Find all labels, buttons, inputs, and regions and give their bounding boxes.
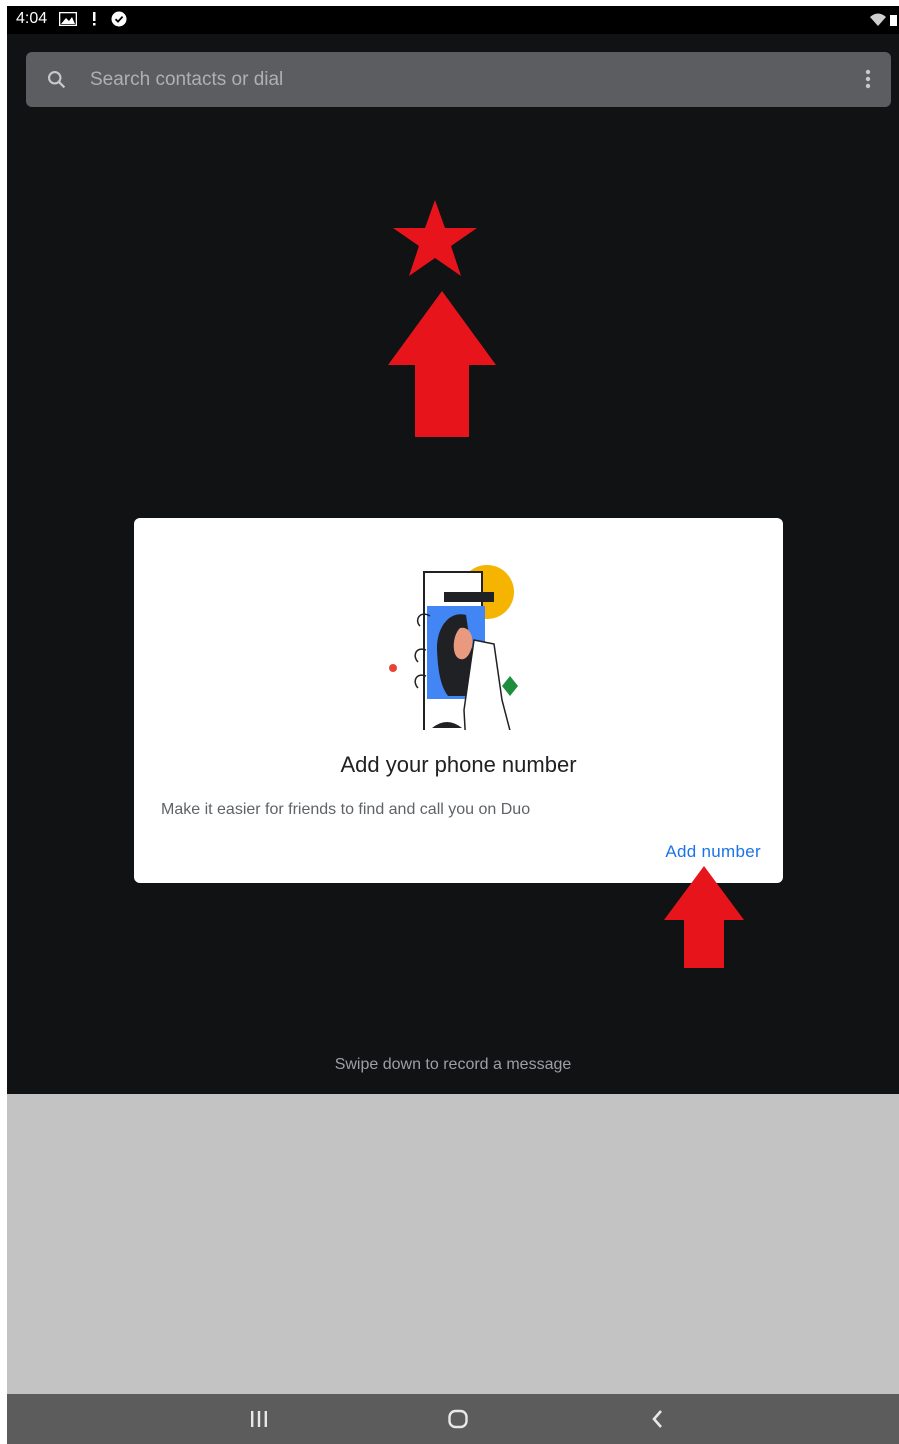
add-number-button[interactable]: Add number (665, 842, 761, 862)
search-bar[interactable] (26, 52, 891, 107)
swipe-hint: Swipe down to record a message (334, 1056, 572, 1073)
gallery-icon (58, 11, 78, 31)
recents-icon[interactable] (247, 1408, 271, 1435)
alert-icon (91, 12, 97, 31)
duo-home-screen: 4:04 Search contacts or dial Add your ph… (7, 6, 899, 1444)
wifi-icon (870, 13, 886, 31)
back-icon[interactable] (648, 1408, 668, 1435)
status-time: 4:04 (16, 10, 48, 27)
star-marker (393, 200, 477, 276)
status-bar: 4:04 (7, 6, 899, 34)
home-icon[interactable] (447, 1408, 469, 1435)
add-phone-number-card: Add your phone number Make it easier for… (134, 518, 783, 883)
card-description: Make it easier for friends to find and c… (161, 801, 531, 818)
search-icon (46, 69, 67, 95)
navigation-bar (7, 1394, 899, 1444)
arrow-up-marker (664, 866, 744, 968)
more-options-icon[interactable] (865, 68, 871, 95)
battery-icon (890, 13, 897, 31)
card-title: Add your phone number (340, 752, 577, 777)
check-circle-icon (111, 11, 127, 32)
arrow-up-marker (388, 291, 496, 437)
bottom-sheet (7, 1094, 899, 1394)
search-input[interactable] (88, 60, 832, 100)
phone-selfie-illustration (389, 565, 518, 730)
